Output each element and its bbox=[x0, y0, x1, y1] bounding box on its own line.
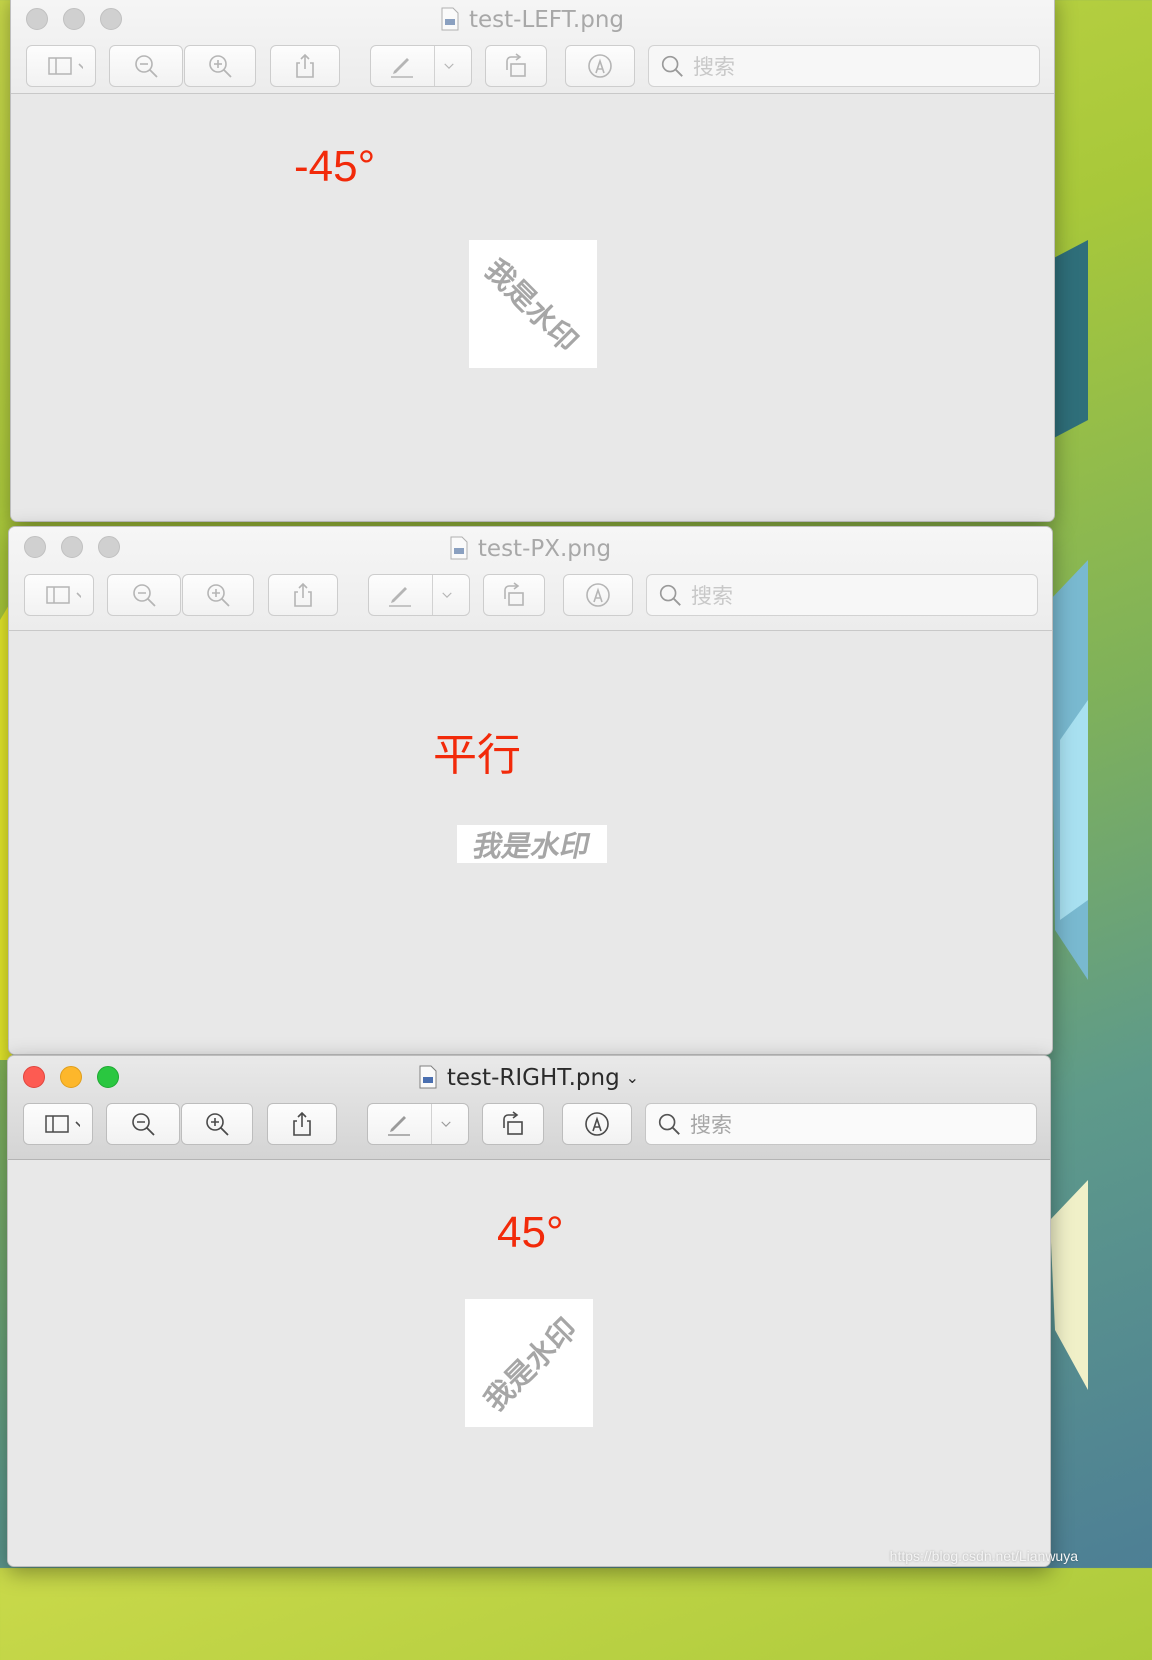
share-button[interactable] bbox=[268, 574, 338, 616]
markup-pen-icon bbox=[389, 587, 411, 607]
rotate-button[interactable] bbox=[483, 574, 545, 616]
chevron-down-icon bbox=[442, 592, 452, 598]
image-canvas: 45° 我是水印 bbox=[8, 1160, 1050, 1566]
image-canvas: -45° 我是水印 bbox=[11, 94, 1054, 521]
source-watermark: https://blog.csdn.net/Lianwuya bbox=[889, 1548, 1078, 1564]
window-title-text: test-LEFT.png bbox=[468, 7, 625, 33]
zoom-in-button[interactable] bbox=[181, 1103, 253, 1145]
watermark-image: 我是水印 bbox=[465, 1299, 593, 1427]
zoom-in-icon bbox=[209, 55, 232, 78]
search-icon bbox=[661, 55, 683, 77]
sidebar-button[interactable] bbox=[26, 45, 96, 87]
search-field[interactable]: 搜索 bbox=[646, 574, 1038, 616]
rotate-icon bbox=[503, 1111, 523, 1135]
rotate-icon bbox=[504, 582, 524, 606]
sidebar-button[interactable] bbox=[23, 1103, 93, 1145]
zoom-out-icon bbox=[132, 1113, 155, 1136]
watermark-image: 我是水印 bbox=[457, 825, 607, 863]
chevron-down-icon[interactable]: ⌄ bbox=[626, 1063, 639, 1093]
share-icon bbox=[296, 53, 314, 78]
chevron-down-icon bbox=[444, 63, 454, 69]
markup-toolbar-button[interactable] bbox=[562, 1103, 632, 1145]
zoom-out-icon bbox=[133, 584, 156, 607]
zoom-out-button[interactable] bbox=[106, 1103, 180, 1145]
rotation-annotation: 45° bbox=[497, 1208, 564, 1257]
search-field[interactable]: 搜索 bbox=[648, 45, 1040, 87]
search-field[interactable]: 搜索 bbox=[645, 1103, 1037, 1145]
toolbar: 搜索 bbox=[8, 1103, 1050, 1147]
markup-pen-button[interactable] bbox=[367, 1103, 469, 1145]
sidebar-icon bbox=[45, 1115, 80, 1133]
window-title: test-LEFT.png bbox=[11, 5, 1054, 35]
markup-pen-icon bbox=[388, 1116, 410, 1136]
window-title-text: test-RIGHT.png bbox=[446, 1065, 620, 1091]
watermark-text: 我是水印 bbox=[469, 829, 594, 863]
preview-window-left: test-LEFT.png 搜索 -45° 我是水印 bbox=[10, 0, 1055, 522]
watermark-text: 我是水印 bbox=[477, 1311, 584, 1418]
window-title[interactable]: test-RIGHT.png ⌄ bbox=[8, 1063, 1050, 1093]
markup-pen-icon bbox=[391, 58, 413, 78]
markup-toolbar-button[interactable] bbox=[565, 45, 635, 87]
zoom-in-button[interactable] bbox=[184, 45, 256, 87]
markup-pen-button[interactable] bbox=[368, 574, 470, 616]
zoom-out-button[interactable] bbox=[109, 45, 183, 87]
title-bar[interactable]: test-LEFT.png 搜索 bbox=[11, 0, 1054, 94]
share-button[interactable] bbox=[270, 45, 340, 87]
zoom-in-button[interactable] bbox=[182, 574, 254, 616]
watermark-image: 我是水印 bbox=[469, 240, 597, 368]
search-placeholder: 搜索 bbox=[690, 1113, 732, 1137]
markup-toolbar-icon bbox=[588, 54, 612, 78]
window-title-text: test-PX.png bbox=[477, 536, 612, 562]
png-document-icon bbox=[419, 1065, 437, 1089]
sidebar-icon bbox=[48, 57, 83, 75]
png-document-icon bbox=[450, 536, 468, 560]
sidebar-button[interactable] bbox=[24, 574, 94, 616]
share-icon bbox=[293, 1111, 311, 1136]
image-canvas: 平行 我是水印 bbox=[9, 631, 1052, 1054]
toolbar: 搜索 bbox=[9, 574, 1052, 618]
zoom-out-icon bbox=[135, 55, 158, 78]
rotate-icon bbox=[506, 53, 526, 77]
preview-window-right: test-RIGHT.png ⌄ 搜索 45° 我是水印 bbox=[7, 1055, 1051, 1567]
share-button[interactable] bbox=[267, 1103, 337, 1145]
png-document-icon bbox=[441, 7, 459, 31]
preview-window-px: test-PX.png 搜索 平行 我是水印 bbox=[8, 526, 1053, 1055]
zoom-in-icon bbox=[207, 584, 230, 607]
rotation-annotation: 平行 bbox=[433, 731, 521, 780]
rotate-button[interactable] bbox=[482, 1103, 544, 1145]
markup-pen-button[interactable] bbox=[370, 45, 472, 87]
sidebar-icon bbox=[46, 586, 81, 604]
markup-toolbar-button[interactable] bbox=[563, 574, 633, 616]
title-bar[interactable]: test-PX.png 搜索 bbox=[9, 527, 1052, 631]
search-icon bbox=[659, 584, 681, 606]
rotate-button[interactable] bbox=[485, 45, 547, 87]
search-placeholder: 搜索 bbox=[693, 55, 735, 79]
zoom-in-icon bbox=[206, 1113, 229, 1136]
toolbar: 搜索 bbox=[11, 45, 1054, 89]
chevron-down-icon bbox=[441, 1121, 451, 1127]
watermark-text: 我是水印 bbox=[478, 252, 585, 359]
rotation-annotation: -45° bbox=[294, 142, 376, 191]
search-icon bbox=[658, 1113, 680, 1135]
markup-toolbar-icon bbox=[586, 583, 610, 607]
share-icon bbox=[294, 582, 312, 607]
markup-toolbar-icon bbox=[585, 1112, 609, 1136]
title-bar[interactable]: test-RIGHT.png ⌄ 搜索 bbox=[8, 1056, 1050, 1160]
window-title: test-PX.png bbox=[9, 534, 1052, 564]
zoom-out-button[interactable] bbox=[107, 574, 181, 616]
search-placeholder: 搜索 bbox=[691, 584, 733, 608]
